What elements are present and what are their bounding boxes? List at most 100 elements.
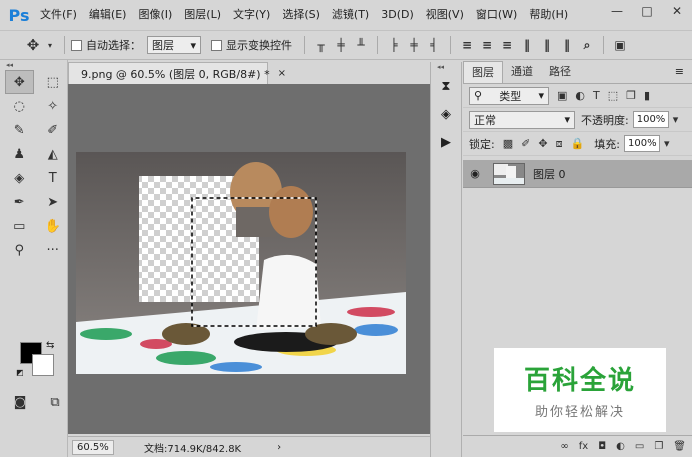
- menu-3d[interactable]: 3D(D): [375, 0, 420, 30]
- blend-mode-dropdown[interactable]: 正常 ▾: [469, 110, 575, 129]
- lock-artboard-icon[interactable]: ⧈: [556, 137, 563, 151]
- tool-preset-caret-icon[interactable]: ▾: [48, 41, 52, 50]
- chevron-down-icon[interactable]: ▾: [664, 137, 670, 150]
- new-layer-icon[interactable]: ❐: [654, 441, 663, 452]
- close-icon[interactable]: ×: [278, 68, 286, 79]
- distribute-left-icon[interactable]: ‖: [517, 38, 537, 52]
- auto-select-checkbox[interactable]: [71, 39, 83, 51]
- chevron-down-icon: ▾: [190, 38, 197, 52]
- lock-label: 锁定:: [469, 137, 495, 151]
- distribute-bottom-icon[interactable]: ≡: [497, 38, 517, 52]
- move-tool-icon[interactable]: ✥: [18, 36, 48, 54]
- maximize-button[interactable]: □: [632, 0, 662, 22]
- chevron-down-icon[interactable]: ▾: [673, 113, 679, 126]
- default-colors-icon[interactable]: ◩: [16, 368, 24, 377]
- filter-type-icon[interactable]: T: [593, 89, 600, 102]
- zoom-level-input[interactable]: 60.5%: [72, 439, 114, 455]
- auto-select-dropdown[interactable]: 图层 ▾: [147, 36, 202, 54]
- path-select-tool-icon[interactable]: ➤: [39, 190, 68, 214]
- auto-align-icon[interactable]: ⌕: [577, 38, 597, 53]
- lock-all-icon[interactable]: 🔒: [571, 137, 585, 150]
- align-bottom-icon[interactable]: ╨: [351, 38, 371, 52]
- screen-mode-icon[interactable]: ⧉: [40, 390, 70, 414]
- menu-help[interactable]: 帮助(H): [523, 0, 574, 30]
- align-top-icon[interactable]: ╥: [311, 38, 331, 52]
- menu-filter[interactable]: 滤镜(T): [326, 0, 375, 30]
- lock-image-icon[interactable]: ✐: [521, 137, 530, 150]
- chevron-right-icon[interactable]: ›: [277, 442, 281, 453]
- paint-bucket-tool-icon[interactable]: ◈: [5, 166, 34, 190]
- menu-select[interactable]: 选择(S): [276, 0, 326, 30]
- menu-image[interactable]: 图像(I): [132, 0, 178, 30]
- tools-panel-collapse-icon[interactable]: ◂◂: [0, 60, 67, 70]
- distribute-hcenter-icon[interactable]: ‖: [537, 38, 557, 52]
- auto-select-value: 图层: [152, 39, 175, 52]
- play-actions-icon[interactable]: ▶: [431, 128, 461, 156]
- align-right-icon[interactable]: ╡: [424, 38, 444, 52]
- menu-view[interactable]: 视图(V): [420, 0, 470, 30]
- history-icon[interactable]: ⧗: [431, 72, 461, 100]
- add-mask-icon[interactable]: ◘: [598, 441, 606, 452]
- quick-mask-icon[interactable]: ◙: [5, 390, 35, 414]
- layers-panel-footer: ∞ fx ◘ ◐ ▭ ❐ 🗑: [463, 435, 692, 457]
- distribute-right-icon[interactable]: ‖: [557, 38, 577, 52]
- layer-filter-dropdown[interactable]: ⚲ 类型 ▾: [469, 86, 549, 105]
- lock-transparent-icon[interactable]: ▩: [503, 137, 513, 150]
- filter-adjustment-icon[interactable]: ◐: [575, 89, 585, 102]
- opacity-label: 不透明度:: [581, 113, 629, 127]
- hand-tool-icon[interactable]: ✋: [39, 214, 68, 238]
- filter-toggle-icon[interactable]: ▮: [644, 89, 650, 102]
- marquee-tool-icon[interactable]: ⬚: [39, 70, 67, 94]
- lock-position-icon[interactable]: ✥: [538, 137, 547, 150]
- panel-menu-icon[interactable]: ≡: [675, 61, 692, 83]
- align-vcenter-icon[interactable]: ╪: [331, 38, 351, 52]
- eyedropper-tool-icon[interactable]: ✎: [5, 118, 34, 142]
- show-transform-checkbox[interactable]: [211, 39, 223, 51]
- chevron-down-icon: ▾: [564, 113, 570, 126]
- background-color-swatch[interactable]: [32, 354, 54, 376]
- menu-edit[interactable]: 编辑(E): [83, 0, 133, 30]
- collapse-panels-icon[interactable]: ◂◂: [431, 62, 461, 72]
- tab-channels[interactable]: 通道: [503, 61, 541, 83]
- adjustment-layer-icon[interactable]: ◐: [616, 441, 625, 452]
- stamp-tool-icon[interactable]: ♟: [5, 142, 34, 166]
- align-hcenter-icon[interactable]: ╪: [404, 38, 424, 52]
- brush-tool-icon[interactable]: ✐: [39, 118, 68, 142]
- new-group-icon[interactable]: ▭: [635, 441, 644, 452]
- rectangle-tool-icon[interactable]: ▭: [5, 214, 34, 238]
- opacity-input[interactable]: 100%: [632, 111, 669, 128]
- close-window-button[interactable]: ✕: [662, 0, 692, 22]
- menu-layer[interactable]: 图层(L): [178, 0, 227, 30]
- menu-type[interactable]: 文字(Y): [227, 0, 276, 30]
- menu-file[interactable]: 文件(F): [34, 0, 83, 30]
- fill-input[interactable]: 100%: [623, 135, 660, 152]
- eraser-tool-icon[interactable]: ◭: [39, 142, 68, 166]
- filter-smart-object-icon[interactable]: ❐: [626, 89, 636, 102]
- pen-tool-icon[interactable]: ✒: [5, 190, 34, 214]
- type-tool-icon[interactable]: T: [39, 166, 68, 190]
- trash-icon[interactable]: 🗑: [673, 441, 686, 452]
- layer-style-icon[interactable]: fx: [579, 441, 588, 452]
- tab-layers[interactable]: 图层: [463, 61, 503, 83]
- filter-shape-icon[interactable]: ⬚: [608, 89, 618, 102]
- align-left-icon[interactable]: ╞: [384, 38, 404, 52]
- swap-colors-icon[interactable]: ⇆: [46, 340, 54, 351]
- link-layers-icon[interactable]: ∞: [560, 441, 568, 452]
- layer-row[interactable]: ◉ 图层 0: [463, 160, 692, 188]
- zoom-tool-icon[interactable]: ⚲: [5, 238, 34, 262]
- lasso-tool-icon[interactable]: ◌: [5, 94, 34, 118]
- document-tab[interactable]: 9.png @ 60.5% (图层 0, RGB/8#) * ×: [68, 62, 286, 84]
- minimize-button[interactable]: —: [602, 0, 632, 22]
- canvas[interactable]: [76, 152, 406, 374]
- filter-pixel-icon[interactable]: ▣: [557, 89, 567, 102]
- menu-window[interactable]: 窗口(W): [470, 0, 523, 30]
- 3d-panel-icon[interactable]: ◈: [431, 100, 461, 128]
- magic-wand-tool-icon[interactable]: ✧: [39, 94, 68, 118]
- tab-paths[interactable]: 路径: [541, 61, 579, 83]
- distribute-top-icon[interactable]: ≡: [457, 38, 477, 52]
- move-tool-icon[interactable]: ✥: [5, 70, 34, 94]
- eye-icon[interactable]: ◉: [463, 167, 487, 180]
- workspace-icon[interactable]: ▣: [610, 38, 630, 52]
- distribute-vcenter-icon[interactable]: ≡: [477, 38, 497, 52]
- more-tools-icon[interactable]: ···: [39, 238, 68, 262]
